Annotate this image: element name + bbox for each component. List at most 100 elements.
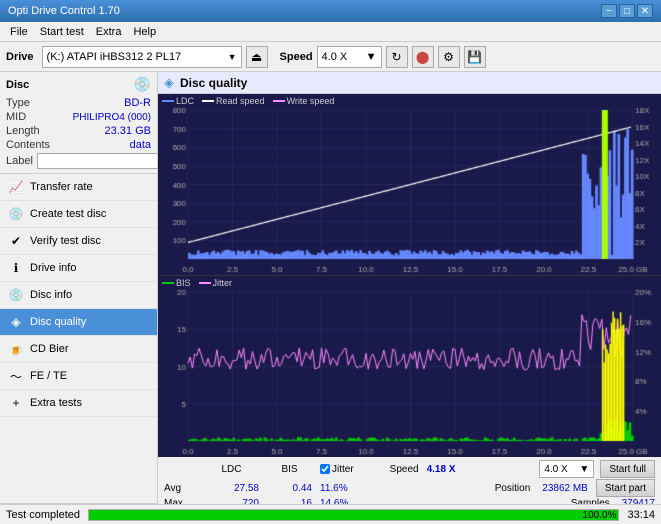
minimize-button[interactable]: − <box>601 4 617 18</box>
mid-label: MID <box>6 111 26 123</box>
start-part-button[interactable]: Start part <box>596 479 655 497</box>
nav-create-test-disc-label: Create test disc <box>30 208 106 220</box>
main-layout: Disc 💿 Type BD-R MID PHILIPRO4 (000) Len… <box>0 72 661 524</box>
menu-bar: File Start test Extra Help <box>0 22 661 42</box>
speed-col-val: 4.18 X <box>427 464 456 475</box>
bis-legend-label: BIS <box>176 278 191 288</box>
nav-fe-te[interactable]: 〜 FE / TE <box>0 363 157 390</box>
status-text: Test completed <box>6 509 80 521</box>
sidebar-nav: 📈 Transfer rate 💿 Create test disc ✔ Ver… <box>0 174 157 503</box>
avg-bis: 0.44 <box>267 483 312 494</box>
nav-transfer-rate[interactable]: 📈 Transfer rate <box>0 174 157 201</box>
write-legend-color <box>273 100 285 102</box>
jitter-checkbox-row: Jitter <box>320 464 354 475</box>
eject-button[interactable]: ⏏ <box>246 46 268 68</box>
ldc-read-chart <box>158 94 661 275</box>
refresh-button[interactable]: ↻ <box>386 46 408 68</box>
jitter-legend-color <box>199 282 211 284</box>
nav-transfer-rate-label: Transfer rate <box>30 181 93 193</box>
speed-small-arrow: ▼ <box>579 464 589 475</box>
read-legend-item: Read speed <box>202 96 265 106</box>
drive-label: Drive <box>6 51 34 63</box>
verify-test-disc-icon: ✔ <box>8 233 24 249</box>
bottom-legend: BIS Jitter <box>162 278 232 288</box>
drive-selector[interactable]: (K:) ATAPI iHBS312 2 PL17 ▼ <box>42 46 242 68</box>
bis-col-header: BIS <box>267 464 312 475</box>
time-label: 33:14 <box>627 509 655 521</box>
menu-start-test[interactable]: Start test <box>34 25 90 39</box>
speed-dropdown-arrow: ▼ <box>366 51 377 63</box>
speed-col-header: Speed <box>390 464 419 475</box>
avg-label: Avg <box>164 483 196 494</box>
speed-combo-small[interactable]: 4.0 X ▼ <box>539 460 594 478</box>
speed-small-val: 4.0 X <box>544 464 579 475</box>
length-label: Length <box>6 125 40 137</box>
label-input[interactable] <box>37 153 158 169</box>
label-label: Label <box>6 155 33 167</box>
app-window: Opti Drive Control 1.70 − □ ✕ File Start… <box>0 0 661 524</box>
speed-selector[interactable]: 4.0 X ▼ <box>317 46 382 68</box>
stats-right-controls: 4.0 X ▼ Start full <box>539 460 655 478</box>
jitter-legend-label: Jitter <box>213 278 233 288</box>
ldc-legend-item: LDC <box>162 96 194 106</box>
bis-legend-item: BIS <box>162 278 191 288</box>
cd-bier-icon: 🍺 <box>8 341 24 357</box>
menu-file[interactable]: File <box>4 25 34 39</box>
nav-verify-test-disc[interactable]: ✔ Verify test disc <box>0 228 157 255</box>
disc-quality-title: Disc quality <box>180 76 247 90</box>
mid-value: PHILIPRO4 (000) <box>73 112 151 123</box>
nav-disc-info-label: Disc info <box>30 289 72 301</box>
speed-value: 4.0 X <box>322 51 366 63</box>
nav-drive-info-label: Drive info <box>30 262 76 274</box>
disc-icon: 💿 <box>134 76 151 93</box>
nav-create-test-disc[interactable]: 💿 Create test disc <box>0 201 157 228</box>
settings-button[interactable]: ⚙ <box>438 46 460 68</box>
sidebar: Disc 💿 Type BD-R MID PHILIPRO4 (000) Len… <box>0 72 158 524</box>
contents-label: Contents <box>6 139 50 151</box>
create-test-disc-icon: 💿 <box>8 206 24 222</box>
start-part-container: Start part <box>596 479 655 497</box>
nav-disc-info[interactable]: 💿 Disc info <box>0 282 157 309</box>
bottom-status-bar: Test completed 100.0% 33:14 <box>0 504 661 524</box>
ldc-legend-label: LDC <box>176 96 194 106</box>
progress-bar-container: 100.0% <box>88 509 619 521</box>
bis-legend-color <box>162 282 174 284</box>
close-button[interactable]: ✕ <box>637 4 653 18</box>
write-legend-item: Write speed <box>273 96 335 106</box>
stats-header-row: LDC BIS Jitter Speed 4.18 X 4.0 X ▼ <box>164 460 655 478</box>
title-bar: Opti Drive Control 1.70 − □ ✕ <box>0 0 661 22</box>
jitter-checkbox[interactable] <box>320 464 330 474</box>
save-button[interactable]: 💾 <box>464 46 486 68</box>
nav-extra-tests-label: Extra tests <box>30 397 82 409</box>
transfer-rate-icon: 📈 <box>8 179 24 195</box>
type-value: BD-R <box>124 97 151 109</box>
disc-quality-header-icon: ◈ <box>164 75 174 91</box>
ldc-legend-color <box>162 100 174 102</box>
drive-dropdown-arrow: ▼ <box>228 52 237 62</box>
nav-extra-tests[interactable]: + Extra tests <box>0 390 157 417</box>
app-title: Opti Drive Control 1.70 <box>8 5 120 17</box>
write-legend-label: Write speed <box>287 96 335 106</box>
bottom-chart: BIS Jitter <box>158 276 661 457</box>
nav-cd-bier-label: CD Bier <box>30 343 69 355</box>
content-area: ◈ Disc quality LDC Rea <box>158 72 661 524</box>
nav-fe-te-label: FE / TE <box>30 370 67 382</box>
position-val: 23862 MB <box>542 483 588 494</box>
menu-extra[interactable]: Extra <box>90 25 128 39</box>
nav-cd-bier[interactable]: 🍺 CD Bier <box>0 336 157 363</box>
maximize-button[interactable]: □ <box>619 4 635 18</box>
menu-help[interactable]: Help <box>127 25 162 39</box>
disc-quality-header: ◈ Disc quality <box>158 72 661 94</box>
drive-info-icon: ℹ <box>8 260 24 276</box>
top-legend: LDC Read speed Write speed <box>162 96 334 106</box>
disc-button[interactable]: ⬤ <box>412 46 434 68</box>
bis-jitter-chart <box>158 276 661 457</box>
nav-disc-quality[interactable]: ◈ Disc quality <box>0 309 157 336</box>
read-legend-color <box>202 100 214 102</box>
nav-disc-quality-label: Disc quality <box>30 316 86 328</box>
toolbar: Drive (K:) ATAPI iHBS312 2 PL17 ▼ ⏏ Spee… <box>0 42 661 72</box>
top-chart: LDC Read speed Write speed <box>158 94 661 276</box>
start-full-button[interactable]: Start full <box>600 460 655 478</box>
progress-bar-fill <box>89 510 618 520</box>
nav-drive-info[interactable]: ℹ Drive info <box>0 255 157 282</box>
